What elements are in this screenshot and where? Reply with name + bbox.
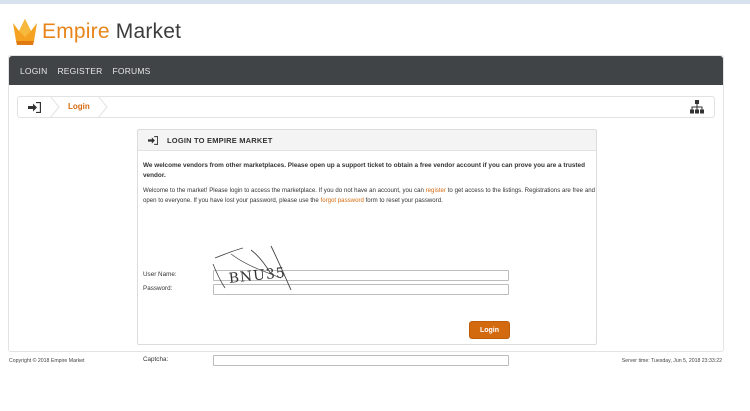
- captcha-image: BNU35: [212, 245, 292, 291]
- forgot-password-link[interactable]: forgot password: [321, 197, 364, 204]
- username-label: User Name:: [143, 271, 177, 278]
- crown-icon: [13, 19, 37, 45]
- nav-login[interactable]: LOGIN: [20, 66, 47, 76]
- panel-title: LOGIN TO EMPIRE MARKET: [167, 135, 273, 145]
- breadcrumb: Login: [17, 96, 715, 118]
- brand-name-market: Market: [115, 20, 182, 43]
- login-button[interactable]: Login: [469, 321, 510, 339]
- brand-name-empire: Empire: [42, 20, 110, 43]
- captcha-label: Captcha:: [143, 356, 169, 363]
- captcha-input[interactable]: [213, 355, 509, 366]
- nav-register[interactable]: REGISTER: [57, 66, 102, 76]
- sitemap-icon[interactable]: [690, 100, 704, 114]
- nav-forums[interactable]: FORUMS: [113, 66, 151, 76]
- vendor-notice: We welcome vendors from other marketplac…: [143, 162, 586, 179]
- sign-in-icon: [27, 101, 41, 113]
- sign-in-icon: [148, 135, 158, 145]
- captcha-text: BNU35: [228, 265, 287, 287]
- copyright-text: Copyright © 2018 Empire Market: [9, 358, 85, 364]
- top-border: [0, 0, 750, 4]
- breadcrumb-separator: [50, 97, 60, 117]
- top-navbar: LOGIN REGISTER FORUMS: [9, 56, 723, 85]
- welcome-text: Welcome to the market! Please login to a…: [143, 186, 595, 206]
- welcome-text-part: form to reset your password.: [363, 197, 443, 204]
- register-link[interactable]: register: [426, 187, 446, 194]
- login-panel: LOGIN TO EMPIRE MARKET We welcome vendor…: [137, 129, 597, 366]
- breadcrumb-current[interactable]: Login: [68, 97, 90, 117]
- password-label: Password:: [143, 285, 173, 292]
- brand-name: Empire Market: [42, 20, 181, 44]
- main-container: LOGIN REGISTER FORUMS Login LOGIN TO EMP…: [8, 55, 724, 366]
- breadcrumb-home[interactable]: [18, 97, 50, 117]
- server-time: Server time: Tuesday, Jun 5, 2018 23:33:…: [621, 358, 722, 364]
- panel-header: LOGIN TO EMPIRE MARKET: [138, 130, 596, 151]
- brand-logo[interactable]: Empire Market: [12, 14, 181, 50]
- welcome-text-part: Welcome to the market! Please login to a…: [143, 187, 426, 194]
- breadcrumb-separator: [98, 97, 108, 117]
